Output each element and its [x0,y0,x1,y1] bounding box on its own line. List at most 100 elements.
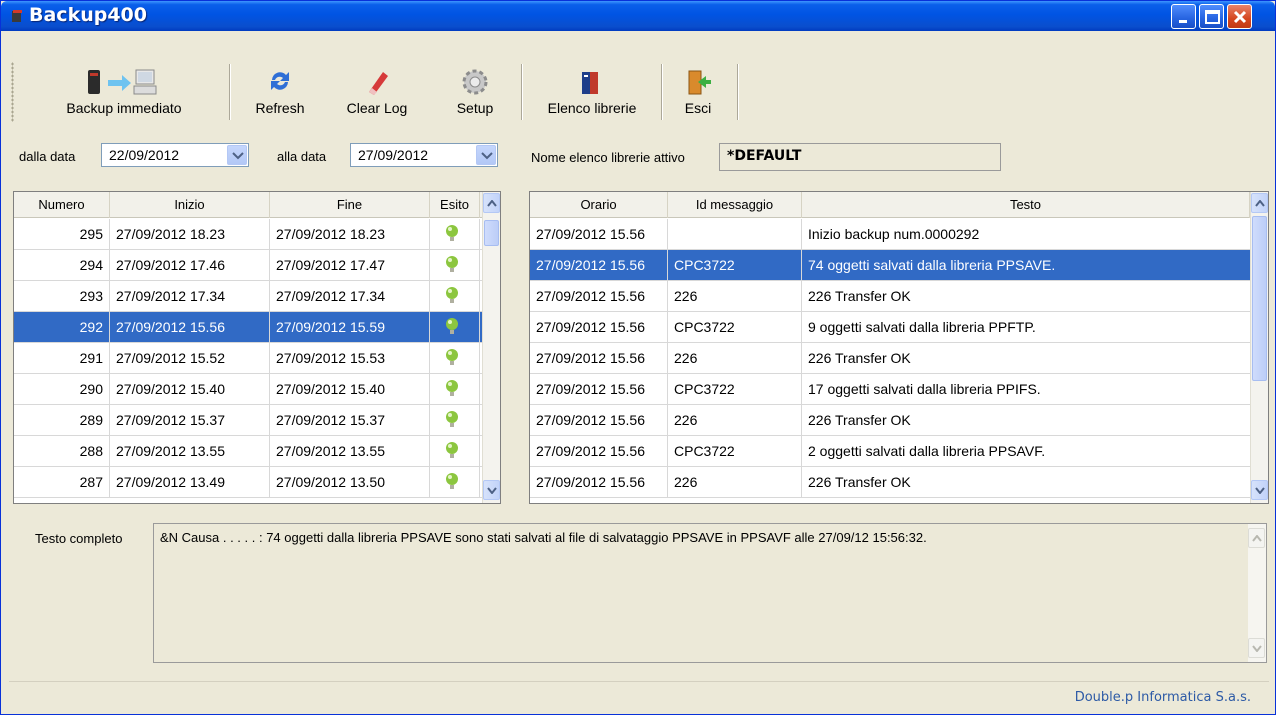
fine-cell: 27/09/2012 15.40 [270,374,430,404]
from-date-label: dalla data [19,149,76,164]
refresh-button[interactable]: Refresh [241,62,319,122]
chevron-up-icon [1255,200,1265,207]
col-fine-header[interactable]: Fine [270,192,430,218]
table-row[interactable]: 291 27/09/2012 15.52 27/09/2012 15.53 [14,343,482,374]
scroll-up-button[interactable] [1251,193,1268,213]
status-bar: Double.p Informatica S.a.s. [9,681,1269,711]
col-id-messaggio-header[interactable]: Id messaggio [668,192,802,218]
numero-cell: 290 [14,374,110,404]
from-date-dropdown-button[interactable] [227,145,247,165]
testo-cell: 74 oggetti salvati dalla libreria PPSAVE… [808,257,1056,273]
table-row[interactable]: 27/09/2012 15.56 226 226 Transfer OK [530,405,1250,436]
refresh-label: Refresh [255,100,305,116]
from-date-picker[interactable]: 22/09/2012 [101,143,249,167]
testo-cell: 226 Transfer OK [808,412,911,428]
title-bar[interactable]: Backup400 [1,1,1275,31]
app-icon [12,10,22,22]
app-window: Backup400 Backup immediato Refresh Clear… [0,0,1276,715]
toolbar-separator [521,64,523,120]
table-row[interactable]: 288 27/09/2012 13.55 27/09/2012 13.55 [14,436,482,467]
gear-icon [462,69,488,95]
setup-label: Setup [456,100,494,116]
chevron-down-icon [487,487,497,494]
elenco-librerie-button[interactable]: Elenco librerie [529,62,655,122]
success-bulb-icon [446,256,458,272]
table-row[interactable]: 287 27/09/2012 13.49 27/09/2012 13.50 [14,467,482,498]
table-row[interactable]: 292 27/09/2012 15.56 27/09/2012 15.59 [14,312,482,343]
backup-button[interactable]: Backup immediato [39,62,209,122]
table-row[interactable]: 27/09/2012 15.56 Inizio backup num.000029… [530,219,1250,250]
minimize-button[interactable] [1171,4,1196,29]
backups-scrollbar[interactable] [482,192,500,503]
id-messaggio-cell: CPC3722 [668,312,802,342]
id-messaggio-cell: 226 [668,343,802,373]
table-row[interactable]: 27/09/2012 15.56 CPC3722 9 oggetti salvati… [530,312,1250,343]
esito-cell [430,405,480,435]
toolbar-grip[interactable] [11,62,14,122]
clear-log-button[interactable]: Clear Log [331,62,423,122]
table-row[interactable]: 27/09/2012 15.56 CPC3722 74 oggetti salvat… [530,250,1250,281]
toolbar: Backup immediato Refresh Clear Log Setup [9,34,1269,122]
testo-completo-label: Testo completo [35,531,123,546]
table-row[interactable]: 289 27/09/2012 15.37 27/09/2012 15.37 [14,405,482,436]
table-row[interactable]: 294 27/09/2012 17.46 27/09/2012 17.47 [14,250,482,281]
scroll-up-button[interactable] [483,193,500,213]
success-bulb-icon [446,380,458,396]
to-date-picker[interactable]: 27/09/2012 [350,143,498,167]
success-bulb-icon [446,318,458,334]
table-row[interactable]: 27/09/2012 15.56 226 226 Transfer OK [530,343,1250,374]
table-row[interactable]: 27/09/2012 15.56 CPC3722 2 oggetti salvati… [530,436,1250,467]
table-row[interactable]: 295 27/09/2012 18.23 27/09/2012 18.23 [14,219,482,250]
to-date-dropdown-button[interactable] [476,145,496,165]
col-testo-header[interactable]: Testo [802,192,1250,218]
numero-cell: 291 [14,343,110,373]
success-bulb-icon [446,287,458,303]
col-numero-header[interactable]: Numero [14,192,110,218]
table-row[interactable]: 27/09/2012 15.56 226 226 Transfer OK [530,467,1250,498]
window-title: Backup400 [29,4,147,26]
table-row[interactable]: 27/09/2012 15.56 226 226 Transfer OK [530,281,1250,312]
maximize-icon [1205,10,1220,24]
orario-cell: 27/09/2012 15.56 [530,312,668,342]
numero-cell: 287 [14,467,110,497]
scroll-up-button[interactable] [1248,528,1265,548]
chevron-down-icon [1255,487,1265,494]
close-window-button[interactable] [1227,4,1252,29]
fine-cell: 27/09/2012 17.34 [270,281,430,311]
inizio-cell: 27/09/2012 17.46 [110,250,270,280]
scroll-thumb[interactable] [1252,216,1267,381]
testo-completo-field[interactable]: &N Causa . . . . . : 74 oggetti dalla li… [153,523,1267,663]
chevron-down-icon [232,152,244,160]
col-orario-header[interactable]: Orario [530,192,668,218]
messages-scrollbar[interactable] [1250,192,1268,503]
toolbar-separator [229,64,231,120]
orario-cell: 27/09/2012 15.56 [530,219,668,249]
scroll-down-button[interactable] [483,480,500,500]
numero-cell: 295 [14,219,110,249]
scroll-down-button[interactable] [1248,638,1265,658]
detail-scrollbar[interactable] [1248,524,1266,662]
table-row[interactable]: 290 27/09/2012 15.40 27/09/2012 15.40 [14,374,482,405]
numero-cell: 289 [14,405,110,435]
esci-button[interactable]: Esci [669,62,727,122]
library-books-icon [582,72,598,94]
testo-cell: 226 Transfer OK [808,350,911,366]
maximize-button[interactable] [1199,4,1224,29]
orario-cell: 27/09/2012 15.56 [530,281,668,311]
success-bulb-icon [446,349,458,365]
esito-cell [430,343,480,373]
inizio-cell: 27/09/2012 15.37 [110,405,270,435]
scroll-thumb[interactable] [484,220,499,246]
numero-cell: 288 [14,436,110,466]
testo-cell: 226 Transfer OK [808,474,911,490]
col-esito-header[interactable]: Esito [430,192,480,218]
esito-cell [430,250,480,280]
table-row[interactable]: 293 27/09/2012 17.34 27/09/2012 17.34 [14,281,482,312]
id-messaggio-cell: 226 [668,405,802,435]
setup-button[interactable]: Setup [439,62,511,122]
table-row[interactable]: 27/09/2012 15.56 CPC3722 17 oggetti salvat… [530,374,1250,405]
messages-table-header: Orario Id messaggio Testo [530,192,1268,218]
col-inizio-header[interactable]: Inizio [110,192,270,218]
scroll-down-button[interactable] [1251,480,1268,500]
to-date-label: alla data [277,149,327,164]
